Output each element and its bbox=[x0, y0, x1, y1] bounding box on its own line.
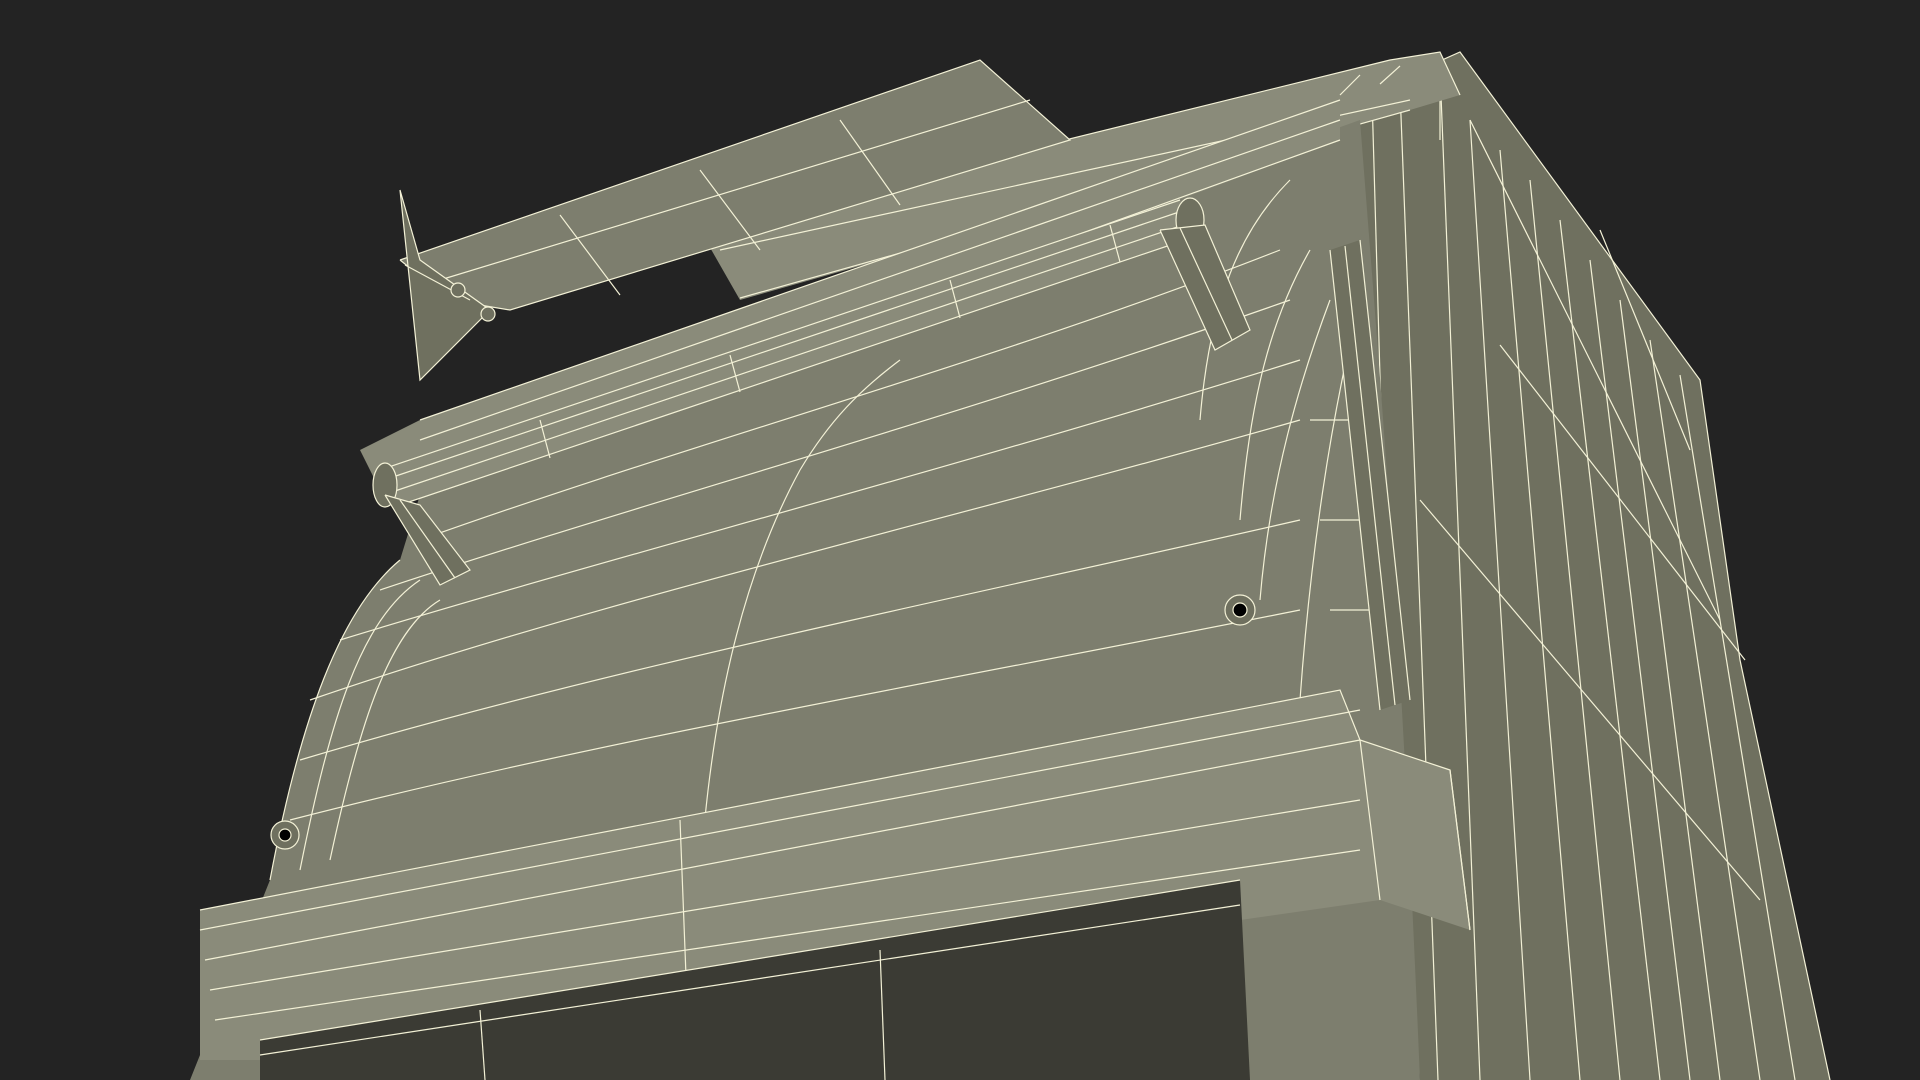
wireframe-viewport bbox=[0, 0, 1920, 1080]
bolt-left bbox=[270, 820, 300, 850]
bolt-right bbox=[1224, 594, 1256, 626]
